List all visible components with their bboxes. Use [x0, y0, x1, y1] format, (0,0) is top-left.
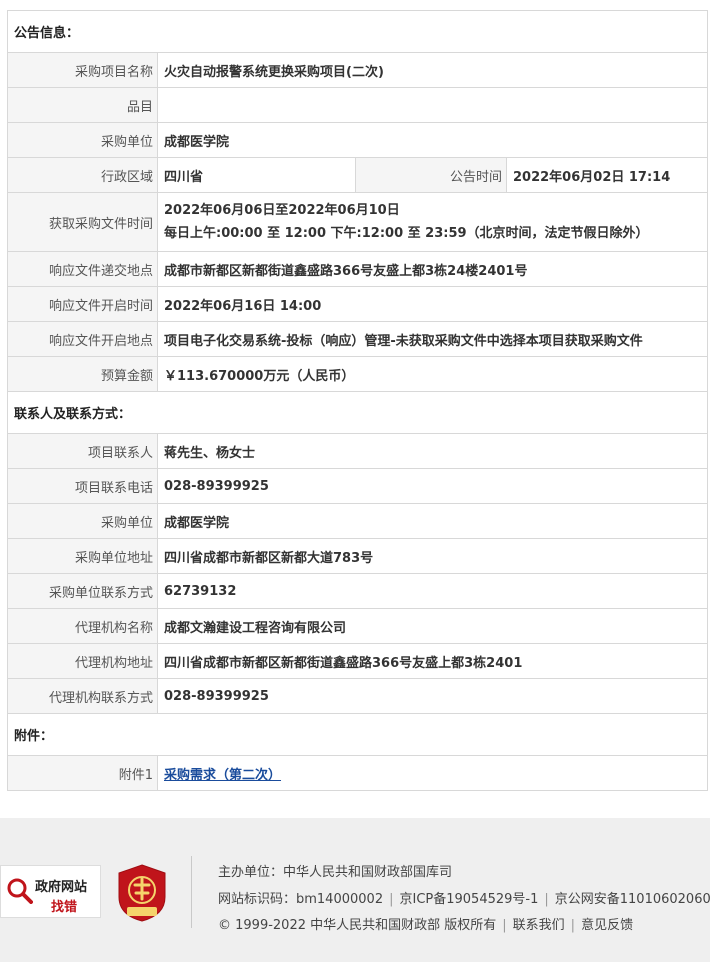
open-place-value: 项目电子化交易系统-投标（响应）管理-未获取采购文件中选择本项目获取采购文件 [156, 321, 709, 357]
purchaser-label: 采购单位 [7, 122, 158, 158]
doc-time-value: 2022年06月06日至2022年06月10日 每日上午:00:00 至 12:… [156, 192, 709, 252]
announcement-info-table: 公告信息： 采购项目名称 火灾自动报警系统更换采购项目(二次) 品目 采购单位 … [6, 10, 709, 791]
row-purchaser-contact: 采购单位联系方式 62739132 [7, 573, 709, 609]
purchaser-value: 成都医学院 [156, 122, 709, 158]
doc-time-line2: 每日上午:00:00 至 12:00 下午:12:00 至 23:59（北京时间… [164, 226, 649, 241]
open-time-label: 响应文件开启时间 [7, 286, 158, 322]
announce-time-label: 公告时间 [355, 157, 507, 193]
agency-addr-label: 代理机构地址 [7, 643, 158, 679]
purchaser2-label: 采购单位 [7, 503, 158, 539]
contact-person-value: 蒋先生、杨女士 [156, 433, 709, 469]
section-contacts-row: 联系人及联系方式： [6, 391, 709, 434]
agency-name-label: 代理机构名称 [7, 608, 158, 644]
footer-host: 主办单位：中华人民共和国财政部国库司 [218, 865, 453, 880]
doc-time-label: 获取采购文件时间 [7, 192, 158, 252]
footer-icp-link[interactable]: 京ICP备19054529号-1 [399, 892, 538, 907]
submit-place-label: 响应文件递交地点 [7, 251, 158, 287]
open-time-value: 2022年06月16日 14:00 [156, 286, 709, 322]
purchaser-addr-value: 四川省成都市新都区新都大道783号 [156, 538, 709, 574]
footer-copyright-line: © 1999-2022 中华人民共和国财政部 版权所有 | 联系我们 | 意见反馈 [218, 914, 633, 933]
agency-name-value: 成都文瀚建设工程咨询有限公司 [156, 608, 709, 644]
category-label: 品目 [7, 87, 158, 123]
section-attachments-heading: 附件： [6, 713, 709, 756]
agency-contact-label: 代理机构联系方式 [7, 678, 158, 714]
attachment1-cell: 采购需求（第二次） [156, 755, 709, 791]
row-project-name: 采购项目名称 火灾自动报警系统更换采购项目(二次) [7, 52, 709, 88]
section-announcement-row: 公告信息： [6, 10, 709, 53]
row-open-place: 响应文件开启地点 项目电子化交易系统-投标（响应）管理-未获取采购文件中选择本项… [7, 321, 709, 357]
row-purchaser2: 采购单位 成都医学院 [7, 503, 709, 539]
region-value: 四川省 [157, 157, 356, 193]
row-agency-contact: 代理机构联系方式 028-89399925 [7, 678, 709, 714]
row-category: 品目 [7, 87, 709, 123]
budget-label: 预算金额 [7, 356, 158, 392]
footer-divider [191, 856, 192, 928]
footer-separator: | [544, 892, 549, 907]
footer-separator: | [389, 892, 394, 907]
doc-time-line1: 2022年06月06日至2022年06月10日 [164, 203, 400, 218]
category-value [156, 87, 709, 123]
row-open-time: 响应文件开启时间 2022年06月16日 14:00 [7, 286, 709, 322]
magnifier-icon [7, 878, 33, 904]
footer-police-link[interactable]: 京公网安备11010602060 [555, 892, 710, 907]
row-purchaser-addr: 采购单位地址 四川省成都市新都区新都大道783号 [7, 538, 709, 574]
section-announcement-heading: 公告信息： [6, 10, 709, 53]
submit-place-value: 成都市新都区新都街道鑫盛路366号友盛上都3栋24楼2401号 [156, 251, 709, 287]
badge-line2: 找错 [51, 900, 78, 915]
row-contact-person: 项目联系人 蒋先生、杨女士 [7, 433, 709, 469]
contact-phone-label: 项目联系电话 [7, 468, 158, 504]
row-agency-addr: 代理机构地址 四川省成都市新都区新都街道鑫盛路366号友盛上都3栋2401 [7, 643, 709, 679]
purchaser-contact-label: 采购单位联系方式 [7, 573, 158, 609]
row-agency-name: 代理机构名称 成都文瀚建设工程咨询有限公司 [7, 608, 709, 644]
contact-person-label: 项目联系人 [7, 433, 158, 469]
row-budget: 预算金额 ￥113.670000万元（人民币） [7, 356, 709, 392]
party-emblem-icon[interactable] [115, 863, 169, 923]
agency-contact-value: 028-89399925 [156, 678, 709, 714]
row-contact-phone: 项目联系电话 028-89399925 [7, 468, 709, 504]
footer-ids-line: 网站标识码：bm14000002 | 京ICP备19054529号-1 | 京公网安备1… [218, 888, 710, 907]
footer-contact-us-link[interactable]: 联系我们 [513, 918, 565, 933]
announce-time-value: 2022年06月02日 17:14 [505, 157, 709, 193]
open-place-label: 响应文件开启地点 [7, 321, 158, 357]
budget-value: ￥113.670000万元（人民币） [156, 356, 709, 392]
project-name-label: 采购项目名称 [7, 52, 158, 88]
gov-site-error-report-badge[interactable]: 政府网站 找错 [0, 865, 101, 918]
agency-addr-value: 四川省成都市新都区新都街道鑫盛路366号友盛上都3栋2401 [156, 643, 709, 679]
row-doc-time: 获取采购文件时间 2022年06月06日至2022年06月10日 每日上午:00… [7, 192, 709, 252]
badge-line1: 政府网站 [35, 880, 88, 895]
row-submit-place: 响应文件递交地点 成都市新都区新都街道鑫盛路366号友盛上都3栋24楼2401号 [7, 251, 709, 287]
purchaser-contact-value: 62739132 [156, 573, 709, 609]
attachment1-label: 附件1 [7, 755, 158, 791]
footer-site-id: 网站标识码：bm14000002 [218, 892, 384, 907]
footer-copyright: © 1999-2022 中华人民共和国财政部 版权所有 [218, 918, 497, 933]
section-attachments-row: 附件： [6, 713, 709, 756]
project-name-value: 火灾自动报警系统更换采购项目(二次) [156, 52, 709, 88]
footer-feedback-link[interactable]: 意见反馈 [581, 918, 633, 933]
footer-separator: | [570, 918, 576, 933]
row-region-time: 行政区域 四川省 公告时间 2022年06月02日 17:14 [7, 157, 709, 193]
site-footer: 政府网站 找错 主办单位：中华人民共和国财政部国库司 网站标识码：bm14000… [0, 818, 710, 962]
attachment1-link[interactable]: 采购需求（第二次） [164, 768, 281, 783]
footer-host-line: 主办单位：中华人民共和国财政部国库司 [218, 861, 452, 880]
contact-phone-value: 028-89399925 [156, 468, 709, 504]
row-purchaser: 采购单位 成都医学院 [7, 122, 709, 158]
purchaser2-value: 成都医学院 [156, 503, 709, 539]
footer-separator: | [502, 918, 507, 933]
row-attachment1: 附件1 采购需求（第二次） [7, 755, 709, 791]
purchaser-addr-label: 采购单位地址 [7, 538, 158, 574]
section-contacts-heading: 联系人及联系方式： [6, 391, 709, 434]
region-label: 行政区域 [7, 157, 158, 193]
